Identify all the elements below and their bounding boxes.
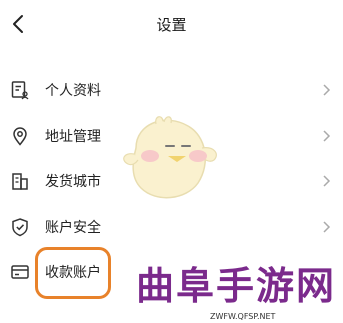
menu-item-profile[interactable]: 个人资料 <box>0 68 343 112</box>
location-pin-icon <box>13 127 27 146</box>
bank-card-icon <box>11 265 29 279</box>
menu-item-label: 个人资料 <box>45 83 101 99</box>
chevron-right-icon <box>323 84 331 96</box>
menu-item-account-security[interactable]: 账户安全 <box>0 205 343 249</box>
city-building-icon <box>12 173 28 190</box>
top-bar: 设置 <box>0 0 343 50</box>
chevron-right-icon <box>323 175 331 187</box>
watermark-text: 曲阜手游网 <box>136 263 337 308</box>
menu-item-label: 地址管理 <box>45 129 101 145</box>
menu-item-label: 发货城市 <box>45 174 101 190</box>
highlight-annotation <box>35 247 111 299</box>
page-title: 设置 <box>156 16 187 34</box>
mascot-watermark <box>123 116 217 199</box>
profile-card-icon <box>11 81 29 100</box>
watermark-url: ZWFW.QFSP.NET <box>210 312 276 321</box>
menu-item-label: 账户安全 <box>45 220 101 236</box>
chevron-right-icon <box>323 221 331 233</box>
chevron-right-icon <box>323 130 331 142</box>
shield-check-icon <box>12 218 28 237</box>
